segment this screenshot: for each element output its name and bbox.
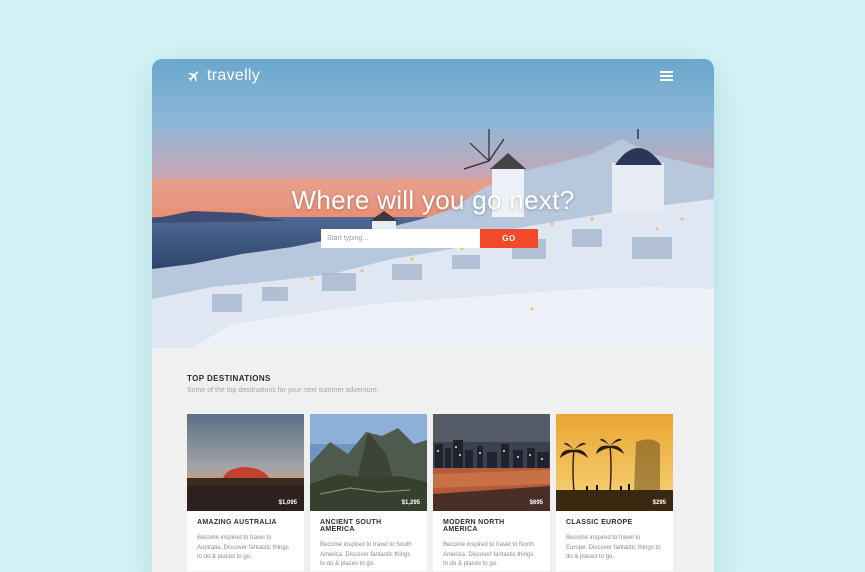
top-destinations-section: TOP DESTINATIONS Some of the top destina… <box>152 348 714 572</box>
brand-logo[interactable]: travelly <box>187 67 260 85</box>
card-title: CLASSIC EUROPE <box>566 519 633 526</box>
card-description: Become inspired to travel to Australia. … <box>197 535 289 560</box>
destination-card-north-america[interactable]: $695 MODERN NORTH AMERICA Become inspire… <box>433 414 550 571</box>
card-description: Become inspired to travel to South Ameri… <box>320 542 412 567</box>
north-america-image: $695 <box>433 414 550 511</box>
card-description: Become inspired to travel to North Ameri… <box>443 542 534 567</box>
destination-card-europe[interactable]: $295 CLASSIC EUROPE Become inspired to t… <box>556 414 673 571</box>
browser-frame: travelly Where will you go next? GO TOP … <box>152 59 714 572</box>
destination-search-input[interactable] <box>321 229 480 248</box>
destination-card-south-america[interactable]: $1,295 ANCIENT SOUTH AMERICA Become insp… <box>310 414 427 571</box>
hero-banner: travelly Where will you go next? GO <box>152 59 714 348</box>
price-label: $295 <box>652 500 666 506</box>
europe-image: $295 <box>556 414 673 511</box>
airplane-icon <box>188 71 199 82</box>
destination-card-australia[interactable]: $1,095 AMAZING AUSTRALIA Become inspired… <box>187 414 304 571</box>
hamburger-menu-icon[interactable] <box>660 71 673 81</box>
price-label: $1,095 <box>278 500 297 506</box>
card-title: MODERN NORTH AMERICA <box>443 519 505 533</box>
section-subtitle: Some of the top destinations for your ne… <box>187 387 379 394</box>
go-button[interactable]: GO <box>480 229 538 248</box>
brand-name: travelly <box>207 67 261 84</box>
card-title: AMAZING AUSTRALIA <box>197 519 277 526</box>
hero-headline: Where will you go next? <box>291 185 575 215</box>
card-description: Become inspired to travel to Europe. Dis… <box>566 535 661 560</box>
south-america-image: $1,295 <box>310 414 427 511</box>
card-title: ANCIENT SOUTH AMERICA <box>320 519 382 533</box>
price-label: $1,295 <box>401 500 420 506</box>
section-title: TOP DESTINATIONS <box>187 374 271 383</box>
australia-image: $1,095 <box>187 414 304 511</box>
search-bar: GO <box>321 229 538 248</box>
price-label: $695 <box>529 500 543 506</box>
destination-cards: $1,095 AMAZING AUSTRALIA Become inspired… <box>187 414 673 571</box>
